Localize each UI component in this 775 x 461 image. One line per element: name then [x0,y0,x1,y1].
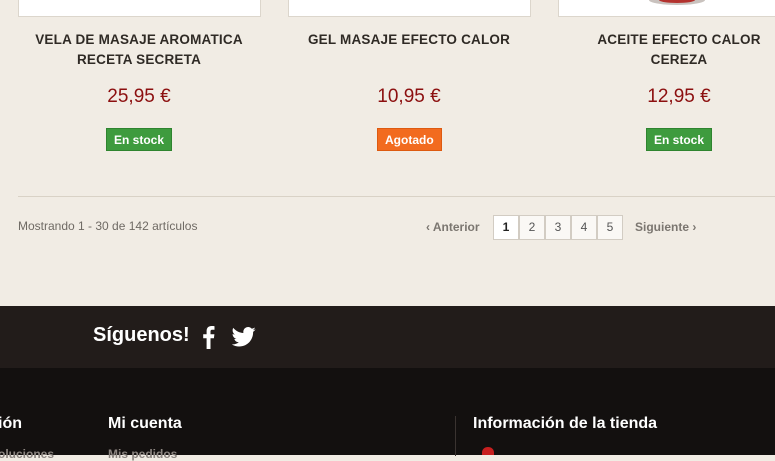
page-4[interactable]: 4 [571,215,597,240]
product-name[interactable]: GEL MASAJE EFECTO CALOR [279,30,539,50]
footer-heading-info: ión [0,415,22,432]
product-image-box[interactable] [18,0,261,17]
page-1[interactable]: 1 [493,215,519,240]
stock-badge: En stock [646,128,713,151]
footer-heading-my-account: Mi cuenta [108,415,182,432]
product-price: 10,95 € [377,86,441,107]
footer-heading-store-info: Información de la tienda [473,415,658,432]
chevron-right-icon: › [692,220,697,234]
product-price: 25,95 € [107,86,171,107]
next-page-link[interactable]: Siguiente › [635,220,696,234]
footer: ión oluciones Mi cuenta Mis pedidos Info… [0,368,775,461]
product-name[interactable]: VELA DE MASAJE AROMATICA RECETA SECRETA [9,30,269,70]
footer-link-my-orders[interactable]: Mis pedidos [108,447,177,461]
product-thumbnail-icon [649,0,705,5]
divider [18,196,775,197]
next-page-label: Siguiente [635,220,690,234]
chevron-left-icon: ‹ [426,220,430,234]
product-name-line[interactable]: CEREZA [651,52,708,67]
footer-link-returns[interactable]: oluciones [0,447,54,461]
product-name-line[interactable]: ACEITE EFECTO CALOR [597,32,760,47]
product-list: VELA DE MASAJE AROMATICA RECETA SECRETA … [0,0,775,196]
page-3[interactable]: 3 [545,215,571,240]
product-image-box[interactable] [558,0,775,17]
product-name-line[interactable]: GEL MASAJE EFECTO CALOR [308,32,510,47]
page-2[interactable]: 2 [519,215,545,240]
stock-badge: En stock [106,128,173,151]
product-price: 12,95 € [647,86,711,107]
product-name-line[interactable]: VELA DE MASAJE AROMATICA [35,32,243,47]
product-name[interactable]: ACEITE EFECTO CALOR CEREZA [549,30,775,70]
facebook-icon[interactable] [200,325,216,349]
product-name-line[interactable]: RECETA SECRETA [77,52,201,67]
footer-divider [455,416,456,456]
previous-page-link[interactable]: ‹ Anterior [426,220,480,234]
results-count: Mostrando 1 - 30 de 142 artículos [18,219,198,233]
location-pin-icon [482,447,494,455]
twitter-icon[interactable] [232,327,256,347]
page-5[interactable]: 5 [597,215,623,240]
product-image-box[interactable] [288,0,531,17]
stock-badge: Agotado [377,128,442,151]
previous-page-label: Anterior [432,220,480,234]
follow-us-label: Síguenos! [93,324,190,346]
social-follow-bar: Síguenos! [0,306,775,368]
